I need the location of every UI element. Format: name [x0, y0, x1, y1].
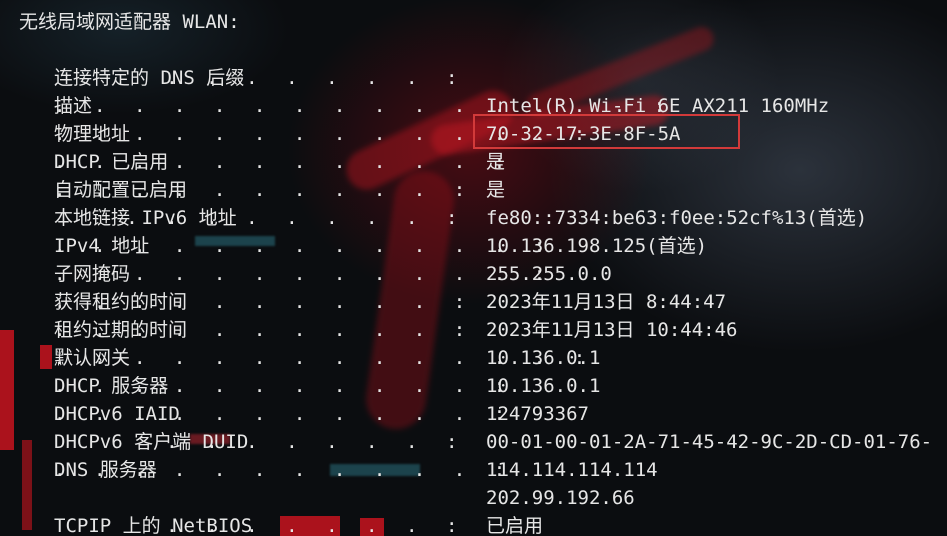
field-label: DNS 服务器 [54, 459, 157, 481]
mac-address-highlight-box [473, 114, 740, 149]
background-art [0, 330, 14, 450]
field-value: 00-01-00-01-2A-71-45-42-9C-2D-CD-01-76- [486, 431, 933, 453]
field-label: TCPIP 上的 NetBIOS [54, 515, 253, 536]
field-label: 租约过期的时间 [54, 319, 188, 341]
field-value: 是 [486, 151, 506, 173]
adapter-header: 无线局域网适配器 WLAN: [19, 11, 240, 33]
field-label: 子网掩码 [54, 263, 131, 285]
field-label: 默认网关 [54, 347, 131, 369]
field-value: 114.114.114.114 [486, 459, 658, 481]
field-label: 连接特定的 DNS 后缀 [54, 67, 245, 89]
background-art [22, 440, 32, 530]
field-label: 本地链接 IPv6 地址 [54, 207, 237, 229]
field-label: DHCPv6 IAID [54, 403, 180, 425]
field-label: DHCPv6 客户端 DUID [54, 431, 249, 453]
field-label: DHCP 服务器 [54, 375, 169, 397]
background-art [40, 345, 52, 369]
field-value: 2023年11月13日 8:44:47 [486, 291, 727, 313]
field-label: DHCP 已启用 [54, 151, 169, 173]
field-value: 10.136.198.125(首选) [486, 235, 708, 257]
field-label: 自动配置已启用 [54, 179, 188, 201]
leader-dots: . . . . . . . . . . . . . . . : [54, 95, 674, 117]
field-label: 获得租约的时间 [54, 291, 188, 313]
field-value: 是 [486, 179, 506, 201]
field-value: 10.136.0.1 [486, 375, 601, 397]
field-value: 10.136.0.1 [486, 347, 601, 369]
field-value: 202.99.192.66 [486, 487, 635, 509]
field-value: 2023年11月13日 10:44:46 [486, 319, 738, 341]
terminal-window[interactable]: 无线局域网适配器 WLAN: . . . . . . . : 连接特定的 DNS … [0, 0, 947, 536]
field-value: 124793367 [486, 403, 589, 425]
field-label: 物理地址 [54, 123, 131, 145]
field-label: 描述 [54, 95, 93, 117]
field-value: 已启用 [486, 515, 544, 536]
field-value: 255.255.0.0 [486, 263, 612, 285]
field-value: fe80::7334:be63:f0ee:52cf%13(首选) [486, 207, 868, 229]
field-label: IPv4 地址 [54, 235, 150, 257]
